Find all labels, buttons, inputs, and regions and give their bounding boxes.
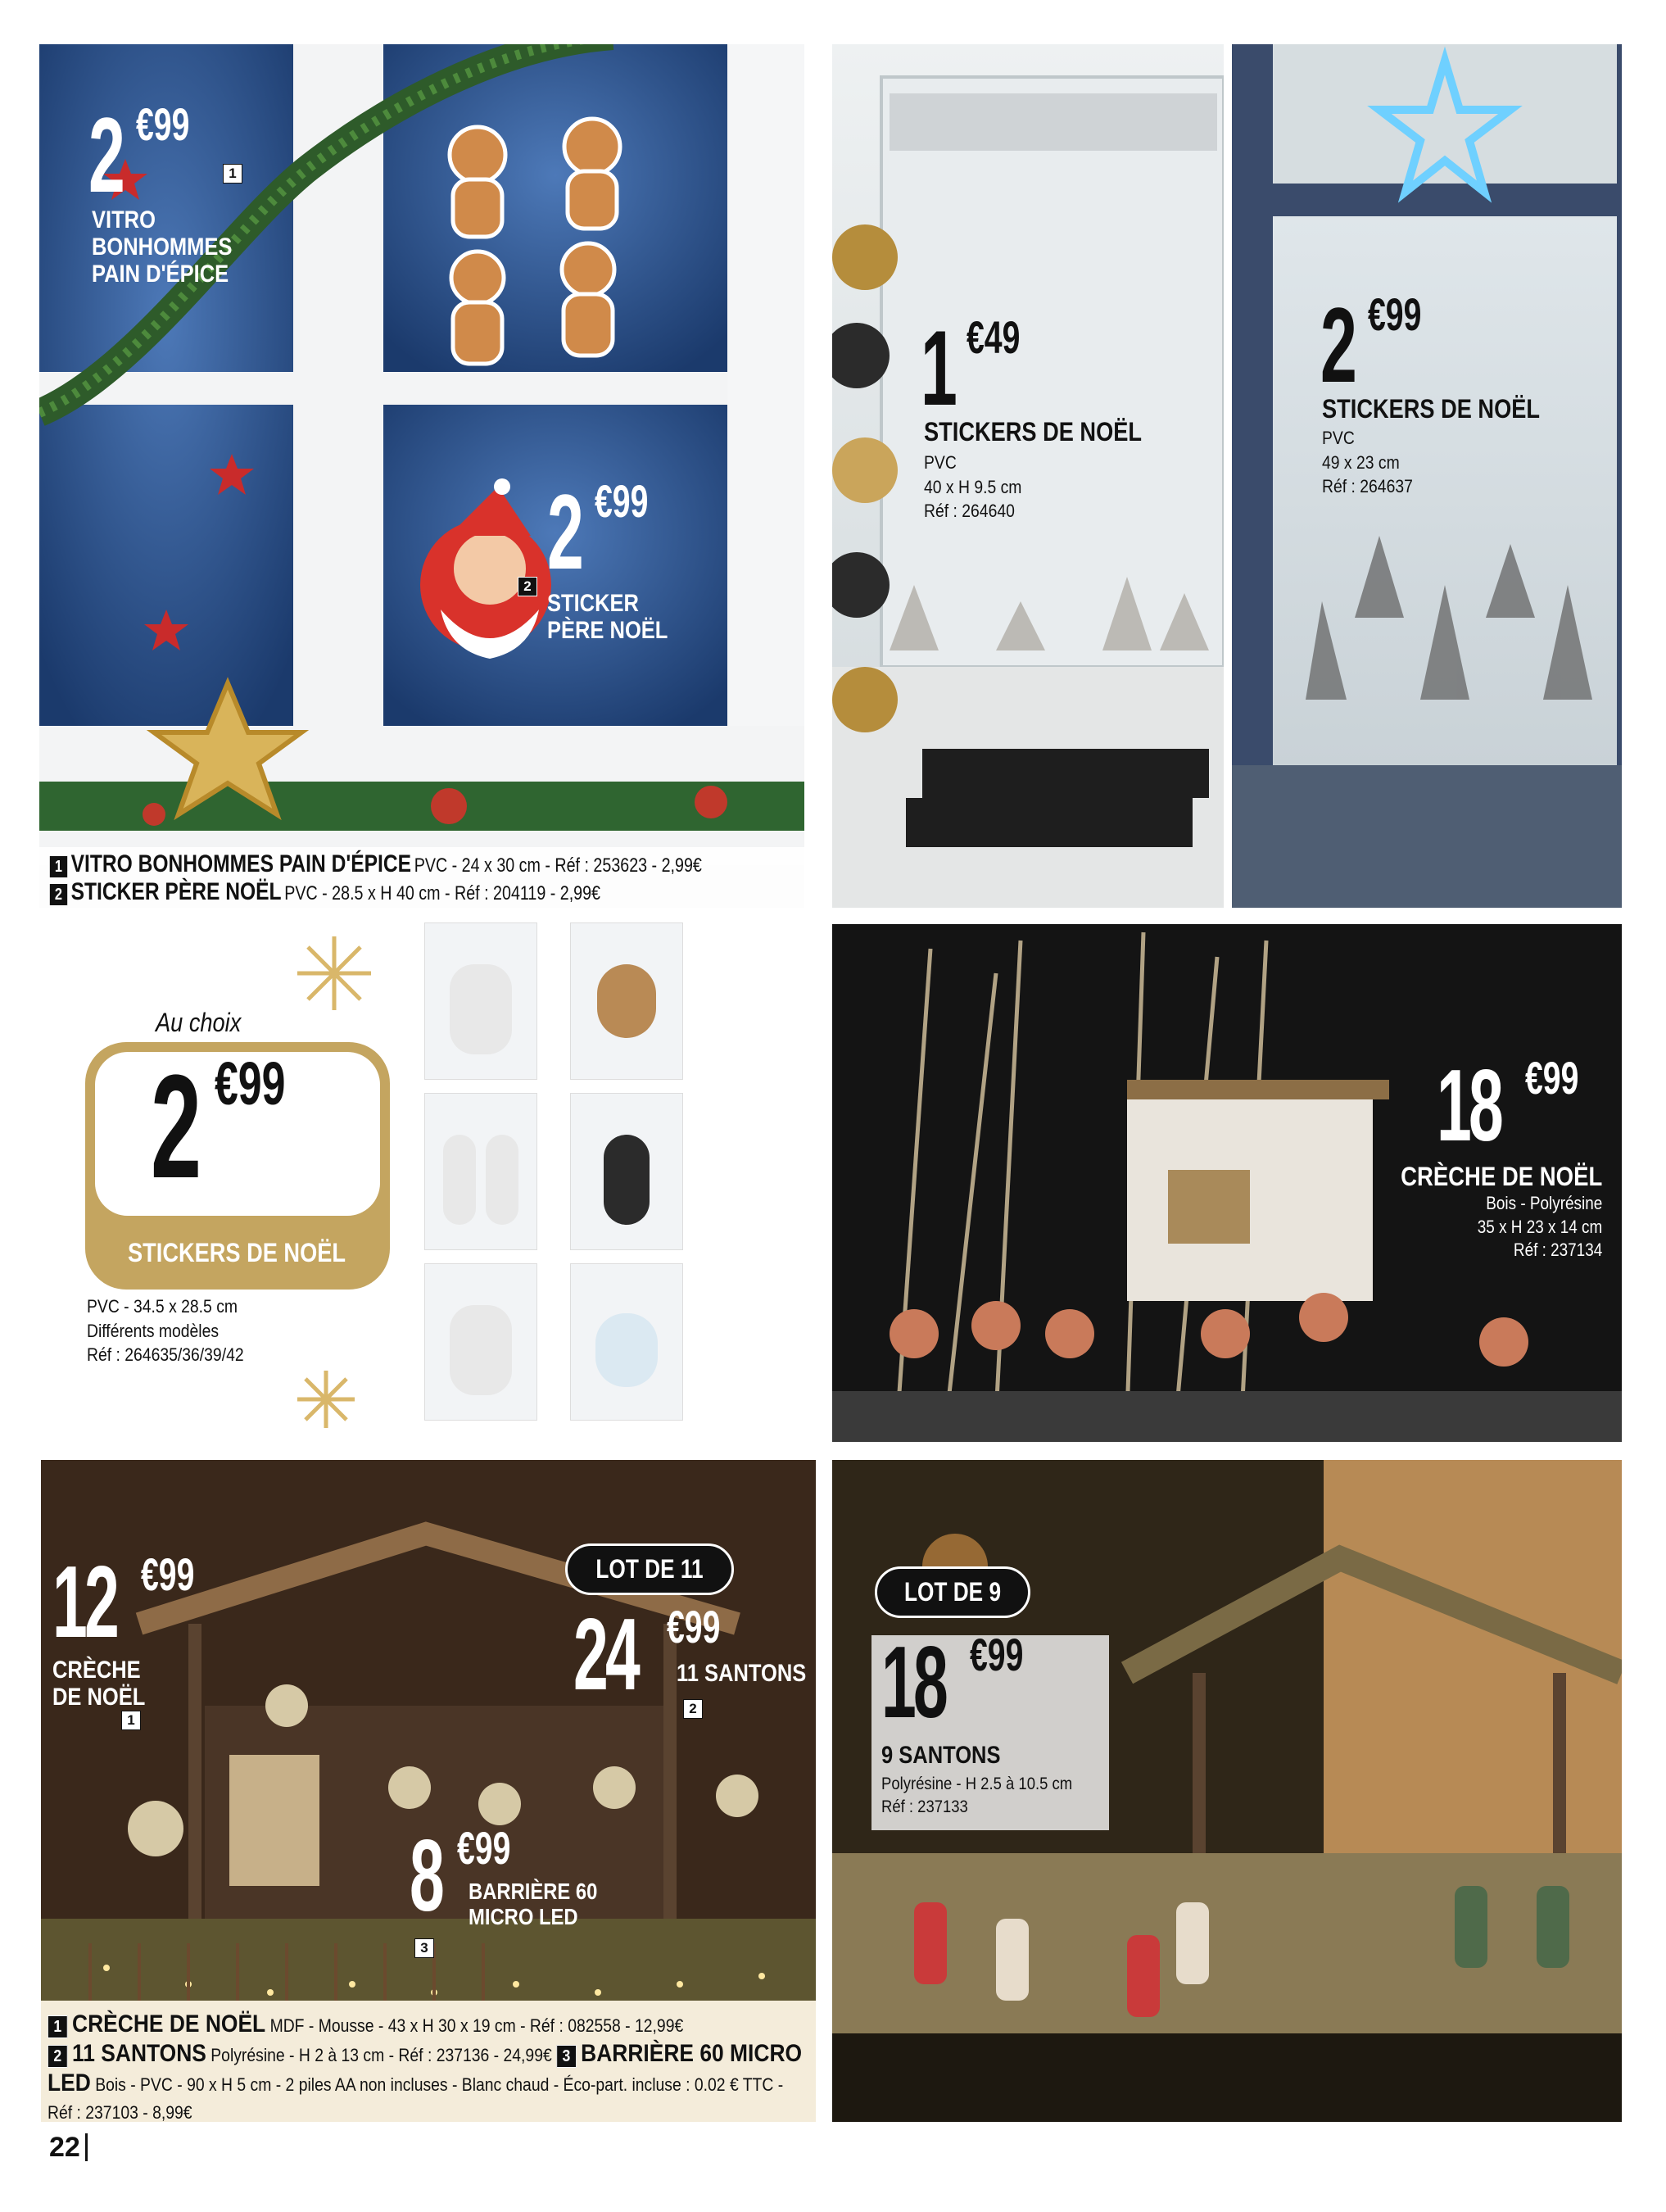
- price-sticker-santa: 2 €99: [547, 472, 649, 592]
- panel-gingerbread-santa: 2 €99 1 VITRO BONHOMMES PAIN D'ÉPICE 2 €…: [39, 44, 804, 908]
- stickers-149-title: STICKERS DE NOËL: [924, 417, 1142, 446]
- panel-9-santons: LOT DE 9 18 €99 9 SANTONS Polyrésine - H…: [832, 1460, 1622, 2122]
- price-stickers-149: 1 €49: [921, 308, 1021, 428]
- price-box: 2 €99 STICKERS DE NOËL: [85, 1042, 390, 1290]
- 9-santons-title: 9 SANTONS: [881, 1742, 1001, 1769]
- panel-stickers-299: 2 €99 STICKERS DE NOËL PVC 49 x 23 cm Ré…: [1232, 44, 1622, 908]
- price-9-santons: 18 €99: [881, 1626, 1024, 1739]
- panel-creche-lot: 12 €99 CRÈCHE DE NOËL 1 LOT DE 11 24 €99…: [41, 1460, 816, 2122]
- stickers-299-title: STICKERS DE NOËL: [1322, 394, 1540, 424]
- sticker-thumb-snowman-bear: [424, 922, 537, 1080]
- au-choix-details: PVC - 34.5 x 28.5 cm Différents modèles …: [87, 1296, 244, 1366]
- panel1-footer-line2: 2 STICKER PÈRE NOËL PVC - 28.5 x H 40 cm…: [49, 878, 600, 906]
- price-santons-2499: 24 €99: [573, 1598, 721, 1711]
- sticker-thumb-penguin: [570, 1093, 683, 1250]
- price-creche-1299: 12 €99: [52, 1546, 195, 1659]
- panel-stickers-au-choix: Au choix 2 €99 STICKERS DE NOËL PVC - 34…: [39, 916, 804, 1440]
- snowflake-icon: [297, 1371, 355, 1428]
- creche-lot-footer: 1 CRÈCHE DE NOËL MDF - Mousse - 43 x H 3…: [48, 2010, 803, 2122]
- stickers-149-details: PVC 40 x H 9.5 cm Réf : 264640: [924, 452, 1022, 522]
- sticker-santa-label: STICKER PÈRE NOËL: [547, 590, 668, 644]
- badge-2: 2: [518, 577, 537, 596]
- santons-label: 11 SANTONS: [677, 1660, 807, 1687]
- panel1-footer-line1: 1 VITRO BONHOMMES PAIN D'ÉPICE PVC - 24 …: [49, 850, 702, 878]
- creche-1899-text: CRÈCHE DE NOËL Bois - Polyrésine 35 x H …: [1400, 1162, 1602, 1261]
- page-number: 22: [49, 2133, 88, 2161]
- badge-1: 1: [223, 164, 242, 184]
- au-choix-title: STICKERS DE NOËL: [128, 1238, 346, 1267]
- window-photo-2: [832, 44, 1224, 908]
- lot-de-11-badge: LOT DE 11: [565, 1543, 735, 1595]
- badge-3: 3: [414, 1938, 434, 1958]
- au-choix-label: Au choix: [156, 1008, 242, 1037]
- panel-creche-1899: 18 €99 CRÈCHE DE NOËL Bois - Polyrésine …: [832, 924, 1622, 1442]
- price-vitro: 2 €99: [88, 95, 190, 215]
- price-stickers-299: 2 €99: [1320, 285, 1422, 405]
- price-creche-1899: 18 €99: [1437, 1049, 1579, 1163]
- price-au-choix: 2 €99: [151, 1045, 286, 1209]
- sticker-thumbnails: [424, 922, 736, 1430]
- panel-stickers-149: 1 €49 STICKERS DE NOËL PVC 40 x H 9.5 cm…: [832, 44, 1224, 908]
- stickers-299-details: PVC 49 x 23 cm Réf : 264637: [1322, 428, 1413, 497]
- vitro-label: VITRO BONHOMMES PAIN D'ÉPICE: [92, 206, 233, 288]
- sticker-thumb-snowmen: [424, 1093, 537, 1250]
- sticker-thumb-snowman-wreath: [424, 1263, 537, 1421]
- sticker-thumb-reindeer: [570, 922, 683, 1080]
- snowflake-icon: [297, 936, 371, 1010]
- barriere-label: BARRIÈRE 60 MICRO LED: [469, 1879, 598, 1929]
- lot-de-9-badge: LOT DE 9: [875, 1566, 1031, 1618]
- badge-2: 2: [683, 1699, 703, 1719]
- badge-1: 1: [121, 1711, 141, 1730]
- sticker-thumb-polar-bear: [570, 1263, 683, 1421]
- 9-santons-details: Polyrésine - H 2.5 à 10.5 cm Réf : 23713…: [881, 1775, 1073, 1817]
- creche-label: CRÈCHE DE NOËL: [52, 1657, 146, 1711]
- window-photo-3: [1232, 44, 1622, 908]
